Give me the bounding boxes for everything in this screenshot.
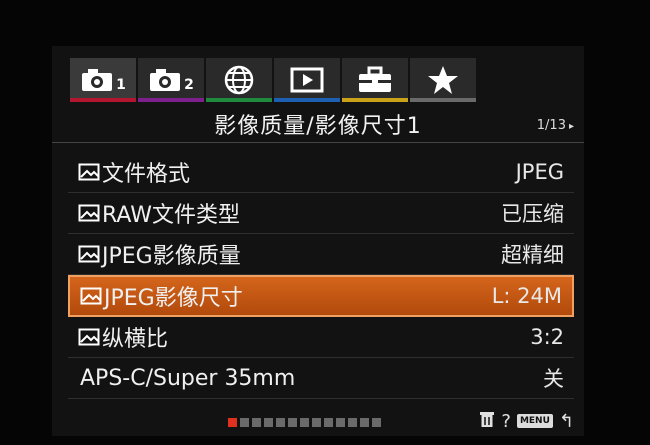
menu-list: 文件格式 JPEG RAW文件类型 已压缩 JPEG影像质量 超精细 JPEG影… — [68, 152, 574, 399]
camera-icon — [148, 67, 182, 93]
page-dot — [348, 418, 357, 427]
back-icon[interactable]: ↰ — [559, 411, 574, 432]
menu-item-label: RAW文件类型 — [102, 203, 240, 228]
menu-item-value: JPEG — [515, 160, 564, 184]
star-icon — [427, 65, 459, 95]
help-icon[interactable]: ? — [501, 411, 511, 432]
still-image-icon — [78, 244, 100, 264]
tab-color-stripe — [70, 98, 136, 102]
menu-item-jpeg-image-size[interactable]: JPEG影像尺寸 L: 24M — [68, 275, 574, 317]
tab-color-stripe — [206, 98, 272, 102]
tab-playback[interactable] — [274, 58, 340, 102]
tab-camera-1[interactable]: 1 — [70, 58, 136, 102]
tab-number: 1 — [116, 77, 126, 93]
page-number: 1/13 — [536, 118, 566, 133]
globe-icon — [224, 65, 254, 95]
menu-item-value: L: 24M — [491, 284, 562, 308]
page-dot — [276, 418, 285, 427]
menu-item-label: JPEG影像质量 — [102, 244, 241, 269]
menu-item-file-format[interactable]: 文件格式 JPEG — [68, 152, 574, 193]
menu-item-aps-c-super35[interactable]: APS-C/Super 35mm 关 — [68, 358, 574, 399]
menu-footer: ? MENU ↰ — [52, 408, 584, 434]
trash-icon[interactable] — [479, 410, 495, 432]
still-image-icon — [78, 162, 100, 182]
page-dot — [372, 418, 381, 427]
menu-header: 影像质量/影像尺寸1 1/13 ▸ — [52, 104, 584, 143]
menu-item-value: 关 — [543, 367, 564, 391]
menu-item-jpeg-quality[interactable]: JPEG影像质量 超精细 — [68, 234, 574, 275]
tab-number: 2 — [184, 77, 194, 93]
menu-item-value: 已压缩 — [501, 202, 564, 226]
toolbox-icon — [357, 66, 393, 94]
menu-item-value: 3:2 — [530, 325, 564, 349]
menu-item-raw-file-type[interactable]: RAW文件类型 已压缩 — [68, 193, 574, 234]
still-image-icon — [78, 203, 100, 223]
page-dots — [228, 418, 381, 427]
still-image-icon — [80, 286, 102, 306]
menu-item-aspect-ratio[interactable]: 纵横比 3:2 — [68, 317, 574, 358]
page-dot — [240, 418, 249, 427]
menu-button-icon[interactable]: MENU — [516, 414, 553, 428]
menu-item-label: APS-C/Super 35mm — [80, 365, 296, 391]
camera-icon — [80, 67, 114, 93]
tab-network[interactable] — [206, 58, 272, 102]
tab-color-stripe — [342, 98, 408, 102]
page-dot — [252, 418, 261, 427]
page-dot — [300, 418, 309, 427]
next-page-icon[interactable]: ▸ — [569, 121, 574, 132]
page-dot — [360, 418, 369, 427]
page-dot-active — [228, 418, 237, 427]
camera-menu-screen: 1 2 影像质量/影像尺寸1 1/13 ▸ 文件格式 JPEG RAW文件类型 … — [52, 46, 584, 436]
tab-my-menu[interactable] — [410, 58, 476, 102]
tab-color-stripe — [410, 98, 476, 102]
tab-camera-2[interactable]: 2 — [138, 58, 204, 102]
still-image-icon — [78, 327, 100, 347]
page-dot — [312, 418, 321, 427]
tab-color-stripe — [138, 98, 204, 102]
page-dot — [264, 418, 273, 427]
page-indicator: 1/13 ▸ — [537, 118, 574, 133]
footer-controls: ? MENU ↰ — [479, 410, 574, 432]
page-dot — [324, 418, 333, 427]
menu-item-label: 文件格式 — [102, 162, 191, 187]
tab-color-stripe — [274, 98, 340, 102]
page-dot — [336, 418, 345, 427]
playback-icon — [290, 67, 324, 93]
menu-item-label: JPEG影像尺寸 — [104, 286, 243, 311]
menu-item-label: 纵横比 — [102, 327, 169, 352]
page-dot — [288, 418, 297, 427]
tab-setup[interactable] — [342, 58, 408, 102]
menu-item-value: 超精细 — [501, 243, 564, 267]
page-title: 影像质量/影像尺寸1 — [214, 114, 422, 139]
tab-bar: 1 2 — [70, 56, 548, 104]
